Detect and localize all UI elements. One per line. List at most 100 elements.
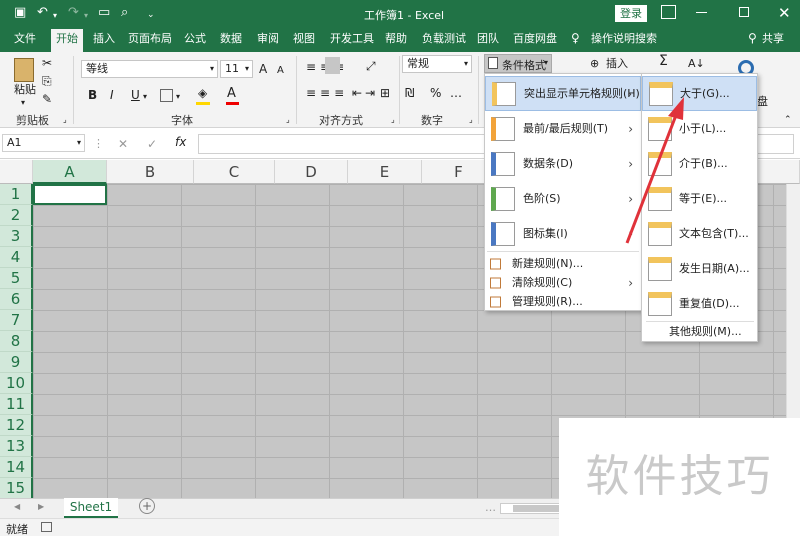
tab-review[interactable]: 审阅 <box>257 32 279 46</box>
insert-cells-icon[interactable]: ⊕ <box>590 57 599 71</box>
underline-dropdown-icon[interactable]: ▾ <box>143 90 147 104</box>
column-header[interactable]: B <box>107 160 194 184</box>
highlight-rule-item[interactable]: 文本包含(T)... <box>642 216 757 251</box>
italic-button[interactable]: I <box>110 88 114 102</box>
cut-icon[interactable]: ✂ <box>42 56 52 70</box>
tab-file[interactable]: 文件 <box>14 32 36 46</box>
highlight-rule-item[interactable]: 介于(B)... <box>642 146 757 181</box>
borders-dropdown-icon[interactable]: ▾ <box>176 90 180 104</box>
percent-style-icon[interactable]: % <box>430 86 441 100</box>
column-header[interactable]: D <box>275 160 348 184</box>
row-header[interactable]: 15 <box>0 478 33 499</box>
paste-icon[interactable] <box>14 58 34 82</box>
tab-data[interactable]: 数据 <box>220 32 242 46</box>
tab-page-layout[interactable]: 页面布局 <box>128 32 172 46</box>
tab-home[interactable]: 开始 <box>51 29 83 52</box>
merge-center-icon[interactable]: ⊞ <box>380 86 390 100</box>
decrease-font-icon[interactable]: A <box>277 64 284 78</box>
name-box[interactable]: A1 ▾ <box>2 134 85 152</box>
sheet-prev-icon[interactable]: ◀ <box>14 502 20 511</box>
conditional-formatting-button[interactable]: 条件格式 ▾ <box>484 54 552 73</box>
row-header[interactable]: 1 <box>0 184 33 205</box>
login-button[interactable]: 登录 <box>615 5 647 22</box>
row-header[interactable]: 9 <box>0 352 33 373</box>
number-format-select[interactable]: 常规 ▾ <box>402 55 472 73</box>
indent-icons[interactable]: ⇤⇥ <box>352 86 378 100</box>
font-color-icon[interactable]: A <box>227 87 236 101</box>
row-header[interactable]: 3 <box>0 226 33 247</box>
maximize-icon[interactable] <box>739 7 749 17</box>
ribbon-display-icon[interactable] <box>661 5 676 19</box>
row-header[interactable]: 7 <box>0 310 33 331</box>
increase-font-icon[interactable]: A <box>259 62 267 76</box>
conditional-menu-item[interactable]: 清除规则(C) › <box>485 273 641 292</box>
row-header[interactable]: 5 <box>0 268 33 289</box>
conditional-menu-item[interactable]: 图标集(I) › <box>485 216 641 251</box>
tab-help[interactable]: 帮助 <box>385 32 407 46</box>
horizontal-align-icons[interactable]: ≡≡≡ <box>306 86 348 100</box>
tab-view[interactable]: 视图 <box>293 32 315 46</box>
highlight-rule-item[interactable]: 发生日期(A)... <box>642 251 757 286</box>
font-launcher-icon[interactable]: ⌟ <box>286 115 290 124</box>
sheet-next-icon[interactable]: ▶ <box>38 502 44 511</box>
row-header[interactable]: 11 <box>0 394 33 415</box>
save-icon[interactable]: ▣ <box>14 6 26 20</box>
tab-team[interactable]: 团队 <box>477 32 499 46</box>
formula-input[interactable] <box>198 134 488 154</box>
highlight-rule-item[interactable]: 大于(G)... <box>642 76 757 111</box>
accounting-format-icon[interactable]: ₪ <box>405 86 414 100</box>
sort-filter-icon[interactable]: A↓ <box>688 57 705 71</box>
column-header[interactable]: A <box>33 160 107 184</box>
select-all-corner[interactable] <box>0 160 33 184</box>
highlight-rule-item[interactable]: 等于(E)... <box>642 181 757 216</box>
insert-cells-button[interactable]: 插入 <box>606 57 628 71</box>
tell-me-search[interactable]: 操作说明搜索 <box>591 32 657 46</box>
highlight-rule-item[interactable]: 重复值(D)... <box>642 286 757 321</box>
undo-icon[interactable]: ↶ <box>37 6 48 20</box>
conditional-menu-item[interactable]: 最前/最后规则(T) › <box>485 111 641 146</box>
comma-style-icon[interactable]: … <box>450 86 462 100</box>
minimize-icon[interactable] <box>696 12 707 13</box>
row-header[interactable]: 13 <box>0 436 33 457</box>
row-header[interactable]: 10 <box>0 373 33 394</box>
more-rules-item[interactable]: 其他规则(M)... <box>642 324 757 340</box>
customize-icon[interactable]: ⌄ <box>147 8 155 22</box>
copy-icon[interactable]: ⎘ <box>42 74 52 88</box>
font-size-select[interactable]: 11 ▾ <box>220 60 253 78</box>
column-header[interactable]: E <box>348 160 422 184</box>
active-cell-a1[interactable] <box>33 184 107 205</box>
column-header[interactable]: C <box>194 160 275 184</box>
tab-baidu-netdisk[interactable]: 百度网盘 <box>513 32 557 46</box>
fill-color-icon[interactable]: ◈ <box>198 86 207 100</box>
bold-button[interactable]: B <box>88 88 97 102</box>
print-preview-icon[interactable]: ⌕ <box>121 6 128 20</box>
row-header[interactable]: 4 <box>0 247 33 268</box>
collapse-ribbon-icon[interactable]: ⌃ <box>784 115 792 125</box>
number-launcher-icon[interactable]: ⌟ <box>469 115 473 124</box>
open-folder-icon[interactable]: ▭ <box>98 6 110 20</box>
undo-dropdown-icon[interactable]: ▾ <box>53 9 57 23</box>
sheet-split-handle[interactable]: … <box>485 501 496 514</box>
highlight-rule-item[interactable]: 小于(L)... <box>642 111 757 146</box>
sheet-tab-sheet1[interactable]: Sheet1 <box>64 498 118 518</box>
conditional-menu-item[interactable]: 管理规则(R)... <box>485 292 641 311</box>
insert-function-icon[interactable]: fx <box>175 135 186 149</box>
redo-icon[interactable]: ↷ <box>68 6 79 20</box>
font-name-select[interactable]: 等线 ▾ <box>81 60 218 78</box>
row-header[interactable]: 14 <box>0 457 33 478</box>
conditional-menu-item[interactable]: 新建规则(N)... <box>485 254 641 273</box>
conditional-menu-item[interactable]: 突出显示单元格规则(H) › <box>485 76 641 111</box>
format-painter-icon[interactable]: ✎ <box>42 92 52 106</box>
row-header[interactable]: 8 <box>0 331 33 352</box>
conditional-menu-item[interactable]: 色阶(S) › <box>485 181 641 216</box>
paste-button[interactable]: 粘贴 <box>14 83 36 97</box>
borders-icon[interactable] <box>160 89 173 102</box>
tab-formulas[interactable]: 公式 <box>184 32 206 46</box>
paste-dropdown-icon[interactable]: ▾ <box>21 96 25 110</box>
row-header[interactable]: 6 <box>0 289 33 310</box>
conditional-menu-item[interactable]: 数据条(D) › <box>485 146 641 181</box>
formula-input-end[interactable] <box>756 134 794 154</box>
row-header[interactable]: 2 <box>0 205 33 226</box>
row-header[interactable]: 12 <box>0 415 33 436</box>
alignment-launcher-icon[interactable]: ⌟ <box>391 115 395 124</box>
